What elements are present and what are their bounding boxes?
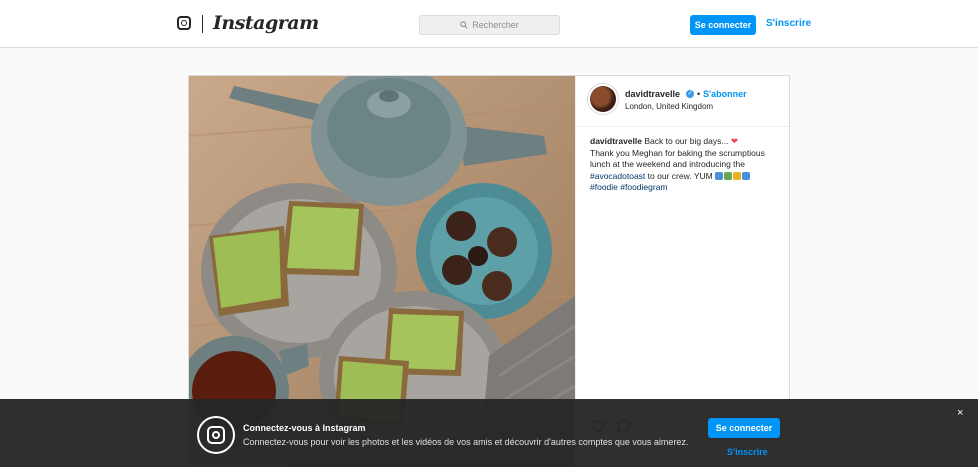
close-icon[interactable]: × <box>957 407 963 419</box>
logo-divider <box>202 15 203 33</box>
caption-line-2: Thank you Meghan for baking the scrumpti… <box>590 147 765 158</box>
caption-line-1: Back to our big days... <box>644 136 729 146</box>
post-header: davidtravelle ✓ • S'abonner London, Unit… <box>576 76 789 127</box>
avatar[interactable] <box>590 86 616 112</box>
globe-emoji-icon <box>715 171 724 180</box>
caption-username[interactable]: davidtravelle <box>590 136 642 146</box>
banner-login-button[interactable]: Se connecter <box>708 418 780 438</box>
plant-emoji-icon <box>724 171 733 180</box>
verified-badge-icon: ✓ <box>686 90 694 98</box>
top-navigation: Instagram Rechercher Se connecter S'insc… <box>0 0 978 48</box>
post-username[interactable]: davidtravelle <box>625 89 680 99</box>
instagram-logo-icon <box>197 416 235 454</box>
hashtag-foodie[interactable]: #foodie <box>590 182 618 192</box>
login-banner: Connectez-vous à Instagram Connectez-vou… <box>0 399 978 467</box>
banner-text: Connectez-vous pour voir les photos et l… <box>243 437 689 447</box>
follow-button[interactable]: S'abonner <box>703 89 747 99</box>
instagram-wordmark[interactable]: Instagram <box>213 12 319 34</box>
post-caption: davidtravelle Back to our big days... ❤ … <box>590 136 780 194</box>
banner-signup-link[interactable]: S'inscrire <box>727 447 768 457</box>
caption-line-3: lunch at the weekend and introducing the <box>590 159 746 169</box>
search-input[interactable]: Rechercher <box>419 15 560 35</box>
search-icon <box>460 21 468 29</box>
post-location[interactable]: London, United Kingdom <box>625 102 713 111</box>
cup-emoji-icon <box>742 171 751 180</box>
instagram-glyph-icon[interactable] <box>177 16 191 30</box>
hashtag-foodiegram[interactable]: #foodiegram <box>620 182 667 192</box>
caption-line-4: to our crew. YUM <box>647 170 713 181</box>
hashtag-avocadotoast[interactable]: #avocadotoast <box>590 171 645 181</box>
dot-separator: • <box>697 89 701 99</box>
bread-emoji-icon <box>733 171 742 180</box>
red-heart-emoji-icon: ❤ <box>730 136 738 146</box>
banner-title: Connectez-vous à Instagram <box>243 423 366 433</box>
login-button[interactable]: Se connecter <box>690 15 756 35</box>
signup-link[interactable]: S'inscrire <box>766 18 811 29</box>
search-placeholder: Rechercher <box>472 20 519 30</box>
